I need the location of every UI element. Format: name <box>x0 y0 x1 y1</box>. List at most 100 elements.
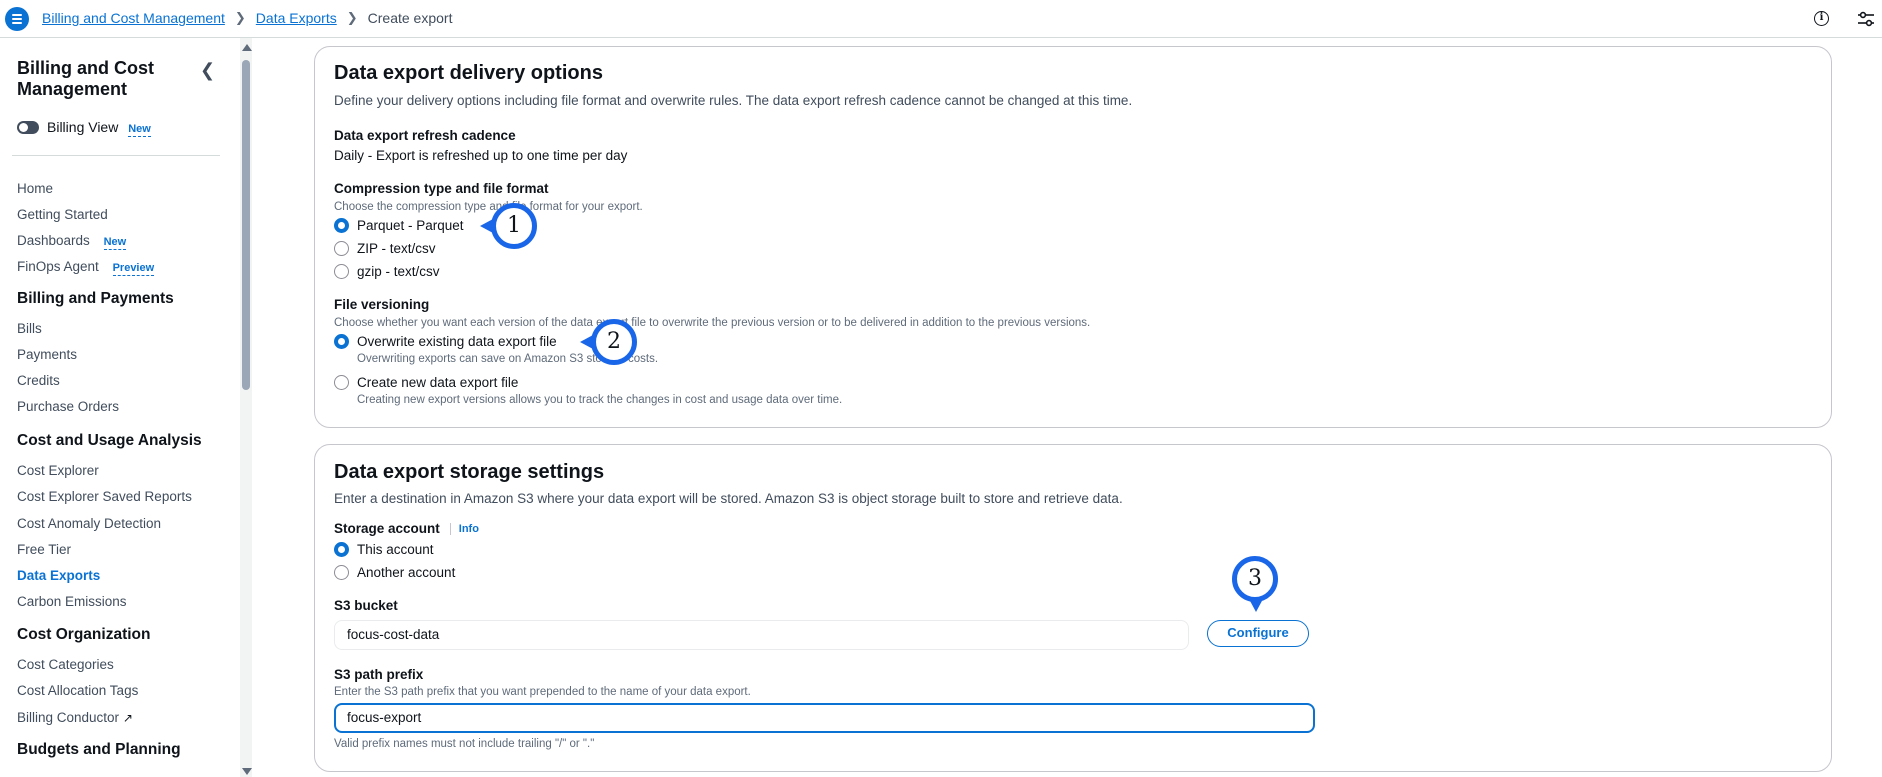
s3-path-prefix-note: Valid prefix names must not include trai… <box>334 738 595 750</box>
versioning-option-create-new[interactable]: Create new data export file <box>334 375 518 390</box>
top-navigation-bar: Billing and Cost Management ❯ Data Expor… <box>0 0 1882 38</box>
sidebar-section-cost-organization: Cost Organization <box>17 626 151 643</box>
storage-option-another-account[interactable]: Another account <box>334 565 455 580</box>
radio-selected-icon[interactable] <box>334 334 349 349</box>
compression-option-parquet[interactable]: Parquet - Parquet <box>334 218 464 233</box>
collapse-sidebar-icon[interactable]: ❮ <box>200 60 215 81</box>
billing-view-label: Billing View New <box>47 119 151 137</box>
sidebar-item-credits[interactable]: Credits <box>17 373 60 388</box>
callout-marker-1: 1 <box>480 203 537 249</box>
callout-marker-3: 3 <box>1232 556 1278 612</box>
refresh-cadence-value: Daily - Export is refreshed up to one ti… <box>334 148 628 163</box>
compression-help: Choose the compression type and file for… <box>334 201 643 213</box>
breadcrumb-data-exports-link[interactable]: Data Exports <box>256 10 337 26</box>
radio-icon[interactable] <box>334 241 349 256</box>
storage-account-label: Storage account Info <box>334 521 479 536</box>
info-link[interactable]: Info <box>449 522 479 535</box>
radio-label: gzip - text/csv <box>357 264 440 279</box>
marker-number: 1 <box>507 213 521 238</box>
sidebar-item-purchase-orders[interactable]: Purchase Orders <box>17 399 119 414</box>
sidebar-item-cost-allocation-tags[interactable]: Cost Allocation Tags <box>17 683 138 698</box>
sidebar-item-anomaly-detection[interactable]: Cost Anomaly Detection <box>17 516 161 531</box>
compression-label: Compression type and file format <box>334 181 549 196</box>
delivery-options-description: Define your delivery options including f… <box>334 93 1133 108</box>
sidebar-item-carbon-emissions[interactable]: Carbon Emissions <box>17 594 127 609</box>
new-badge[interactable]: New <box>128 123 151 137</box>
file-versioning-label: File versioning <box>334 297 430 312</box>
radio-icon[interactable] <box>334 264 349 279</box>
new-badge[interactable]: New <box>103 236 127 250</box>
radio-label: Create new data export file <box>357 375 519 390</box>
sidebar-item-label: FinOps Agent <box>17 259 99 274</box>
sidebar-item-data-exports[interactable]: Data Exports <box>17 568 100 583</box>
sidebar-item-saved-reports[interactable]: Cost Explorer Saved Reports <box>17 489 192 504</box>
menu-icon[interactable] <box>5 7 29 31</box>
scroll-thumb[interactable] <box>242 60 250 390</box>
sidebar-item-free-tier[interactable]: Free Tier <box>17 542 71 557</box>
breadcrumb-current: Create export <box>367 10 453 26</box>
storage-settings-panel: Data export storage settings Enter a des… <box>314 444 1832 772</box>
radio-selected-icon[interactable] <box>334 542 349 557</box>
external-link-icon: ↗ <box>122 711 133 725</box>
sidebar-section-budgets-planning: Budgets and Planning <box>17 741 181 758</box>
sidebar-item-billing-conductor[interactable]: Billing Conductor ↗ <box>17 710 133 725</box>
storage-account-text: Storage account <box>334 521 440 536</box>
file-versioning-help: Choose whether you want each version of … <box>334 317 1091 329</box>
s3-path-prefix-input[interactable]: focus-export <box>334 703 1315 733</box>
refresh-cadence-label: Data export refresh cadence <box>334 128 516 143</box>
storage-settings-title: Data export storage settings <box>334 461 605 483</box>
breadcrumb: Billing and Cost Management ❯ Data Expor… <box>42 10 452 26</box>
scroll-up-arrow-icon[interactable] <box>242 44 252 51</box>
side-navigation: Billing and Cost Management ❮ Billing Vi… <box>0 38 240 777</box>
info-icon[interactable]: i <box>1814 11 1829 26</box>
marker-pointer-icon <box>480 219 493 233</box>
sidebar-item-label: Billing Conductor <box>17 710 120 725</box>
configure-button[interactable]: Configure <box>1207 620 1309 647</box>
radio-icon[interactable] <box>334 375 349 390</box>
compression-option-gzip[interactable]: gzip - text/csv <box>334 264 440 279</box>
radio-label: Another account <box>357 565 456 580</box>
compression-option-zip[interactable]: ZIP - text/csv <box>334 241 436 256</box>
sidebar-section-cost-usage-analysis: Cost and Usage Analysis <box>17 432 202 449</box>
marker-pointer-icon <box>1249 599 1263 612</box>
chevron-right-icon: ❯ <box>346 10 358 25</box>
sidebar-item-cost-categories[interactable]: Cost Categories <box>17 657 114 672</box>
radio-selected-icon[interactable] <box>334 218 349 233</box>
sidebar-item-dashboards[interactable]: Dashboards New <box>17 233 127 250</box>
sidebar-item-home[interactable]: Home <box>17 181 53 196</box>
radio-label: Parquet - Parquet <box>357 218 464 233</box>
settings-sliders-icon[interactable] <box>1857 11 1875 27</box>
delivery-options-title: Data export delivery options <box>334 62 603 84</box>
s3-bucket-field[interactable]: focus-cost-data <box>334 620 1189 650</box>
radio-icon[interactable] <box>334 565 349 580</box>
marker-number: 2 <box>607 329 621 354</box>
sidebar-divider <box>12 155 220 156</box>
sidebar-title: Billing and Cost Management <box>17 58 154 99</box>
billing-view-toggle[interactable] <box>17 121 39 134</box>
sidebar-item-payments[interactable]: Payments <box>17 347 77 362</box>
s3-path-prefix-help: Enter the S3 path prefix that you want p… <box>334 686 751 698</box>
chevron-right-icon: ❯ <box>234 10 246 25</box>
storage-option-this-account[interactable]: This account <box>334 542 434 557</box>
sidebar-item-cost-explorer[interactable]: Cost Explorer <box>17 463 99 478</box>
marker-pointer-icon <box>580 335 593 349</box>
sidebar-item-bills[interactable]: Bills <box>17 321 42 336</box>
breadcrumb-billing-link[interactable]: Billing and Cost Management <box>42 10 225 26</box>
callout-marker-2: 2 <box>580 319 637 365</box>
scroll-down-arrow-icon[interactable] <box>242 768 252 775</box>
billing-view-text: Billing View <box>47 119 119 135</box>
create-new-description: Creating new export versions allows you … <box>357 394 843 406</box>
radio-label: This account <box>357 542 434 557</box>
sidebar-item-finops-agent[interactable]: FinOps Agent Preview <box>17 259 155 276</box>
sidebar-scrollbar[interactable] <box>240 38 252 777</box>
versioning-option-overwrite[interactable]: Overwrite existing data export file <box>334 334 557 349</box>
delivery-options-panel: Data export delivery options Define your… <box>314 46 1832 428</box>
preview-badge[interactable]: Preview <box>112 262 155 276</box>
marker-number: 3 <box>1248 566 1262 591</box>
radio-label: ZIP - text/csv <box>357 241 436 256</box>
radio-label: Overwrite existing data export file <box>357 334 557 349</box>
sidebar-item-getting-started[interactable]: Getting Started <box>17 207 108 222</box>
storage-settings-description: Enter a destination in Amazon S3 where y… <box>334 491 1123 506</box>
sidebar-item-label: Dashboards <box>17 233 90 248</box>
s3-path-prefix-label: S3 path prefix <box>334 667 424 682</box>
